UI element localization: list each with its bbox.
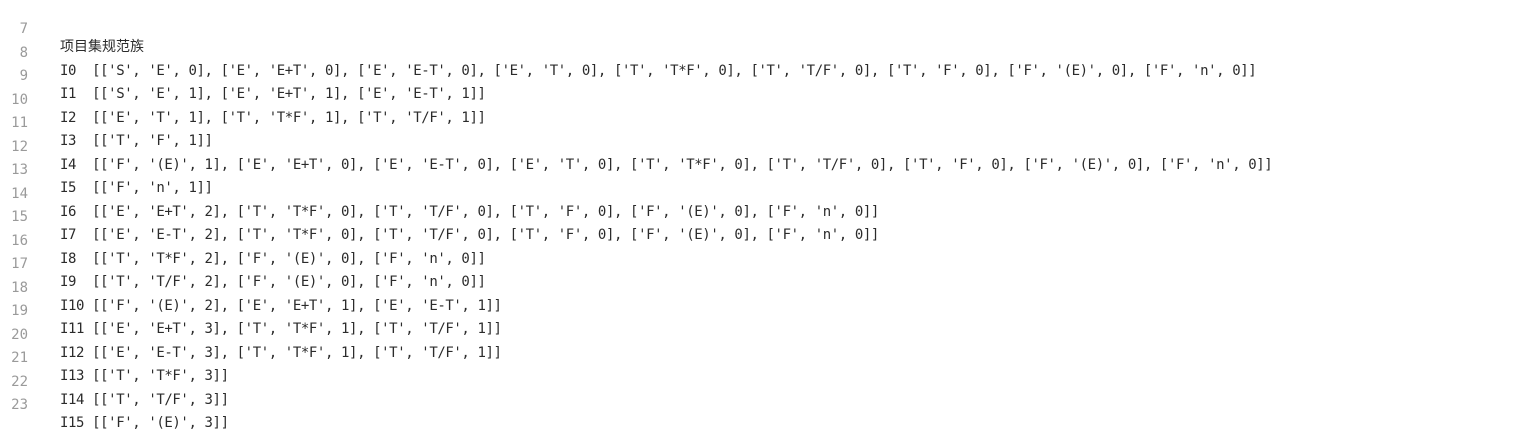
code-editor[interactable]: 7 项目集规范族 8 I0 [['S', 'E', 0], ['E', 'E+T… xyxy=(0,0,1532,431)
code-line[interactable]: 16 I8 [['T', 'T*F', 2], ['F', '(E)', 0],… xyxy=(0,212,1532,267)
code-line[interactable]: 15 I7 [['E', 'E-T', 2], ['T', 'T*F', 0],… xyxy=(0,188,1532,243)
code-line[interactable]: 8 I0 [['S', 'E', 0], ['E', 'E+T', 0], ['… xyxy=(0,24,1532,79)
code-line[interactable]: 12 I4 [['F', '(E)', 1], ['E', 'E+T', 0],… xyxy=(0,118,1532,173)
line-number: 23 xyxy=(11,397,28,413)
code-line[interactable]: 23 I15 [['F', '(E)', 3]] xyxy=(0,376,1532,431)
code-line[interactable]: 13 I5 [['F', 'n', 1]] xyxy=(0,141,1532,196)
code-line[interactable]: 10 I2 [['E', 'T', 1], ['T', 'T*F', 1], [… xyxy=(0,71,1532,126)
code-line[interactable]: 14 I6 [['E', 'E+T', 2], ['T', 'T*F', 0],… xyxy=(0,165,1532,220)
code-line[interactable]: 17 I9 [['T', 'T/F', 2], ['F', '(E)', 0],… xyxy=(0,235,1532,290)
code-line[interactable]: 19 I11 [['E', 'E+T', 3], ['T', 'T*F', 1]… xyxy=(0,282,1532,337)
line-text: I15 [['F', '(E)', 3]] xyxy=(60,415,229,431)
code-line[interactable]: 9 I1 [['S', 'E', 1], ['E', 'E+T', 1], ['… xyxy=(0,47,1532,102)
code-line[interactable]: 21 I13 [['T', 'T*F', 3]] xyxy=(0,329,1532,384)
code-line[interactable]: 20 I12 [['E', 'E-T', 3], ['T', 'T*F', 1]… xyxy=(0,306,1532,361)
code-line[interactable]: 18 I10 [['F', '(E)', 2], ['E', 'E+T', 1]… xyxy=(0,259,1532,314)
code-line[interactable]: 7 项目集规范族 xyxy=(0,0,1532,55)
code-line[interactable]: 11 I3 [['T', 'F', 1]] xyxy=(0,94,1532,149)
code-line[interactable]: 22 I14 [['T', 'T/F', 3]] xyxy=(0,353,1532,408)
